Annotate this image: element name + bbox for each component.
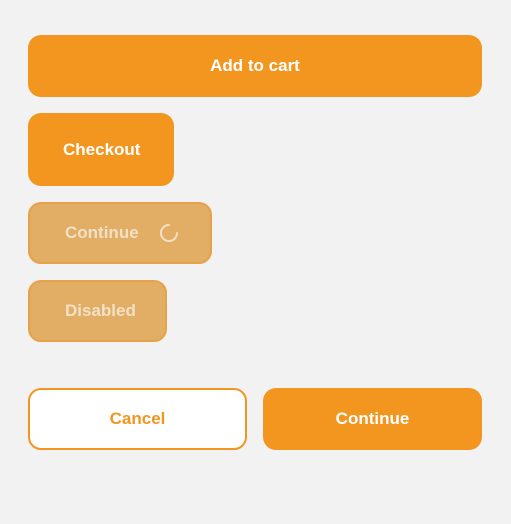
button-showcase-page: Add to cart Checkout Continue Disabled C… xyxy=(0,0,511,524)
cancel-label: Cancel xyxy=(109,409,166,428)
disabled-button: Disabled xyxy=(28,280,167,342)
checkout-label: Checkout xyxy=(63,139,141,159)
add-to-cart-button[interactable]: Add to cart xyxy=(28,35,482,97)
continue-loading-button: Continue xyxy=(28,202,212,264)
continue-button[interactable]: Continue xyxy=(263,388,482,450)
continue-label: Continue xyxy=(335,409,410,428)
disabled-label: Disabled xyxy=(65,301,136,320)
continue-loading-label: Continue xyxy=(65,223,139,242)
add-to-cart-label: Add to cart xyxy=(210,56,300,75)
checkout-button[interactable]: Checkout xyxy=(28,113,174,186)
cancel-button[interactable]: Cancel xyxy=(28,388,247,450)
loading-spinner-icon xyxy=(159,223,179,243)
